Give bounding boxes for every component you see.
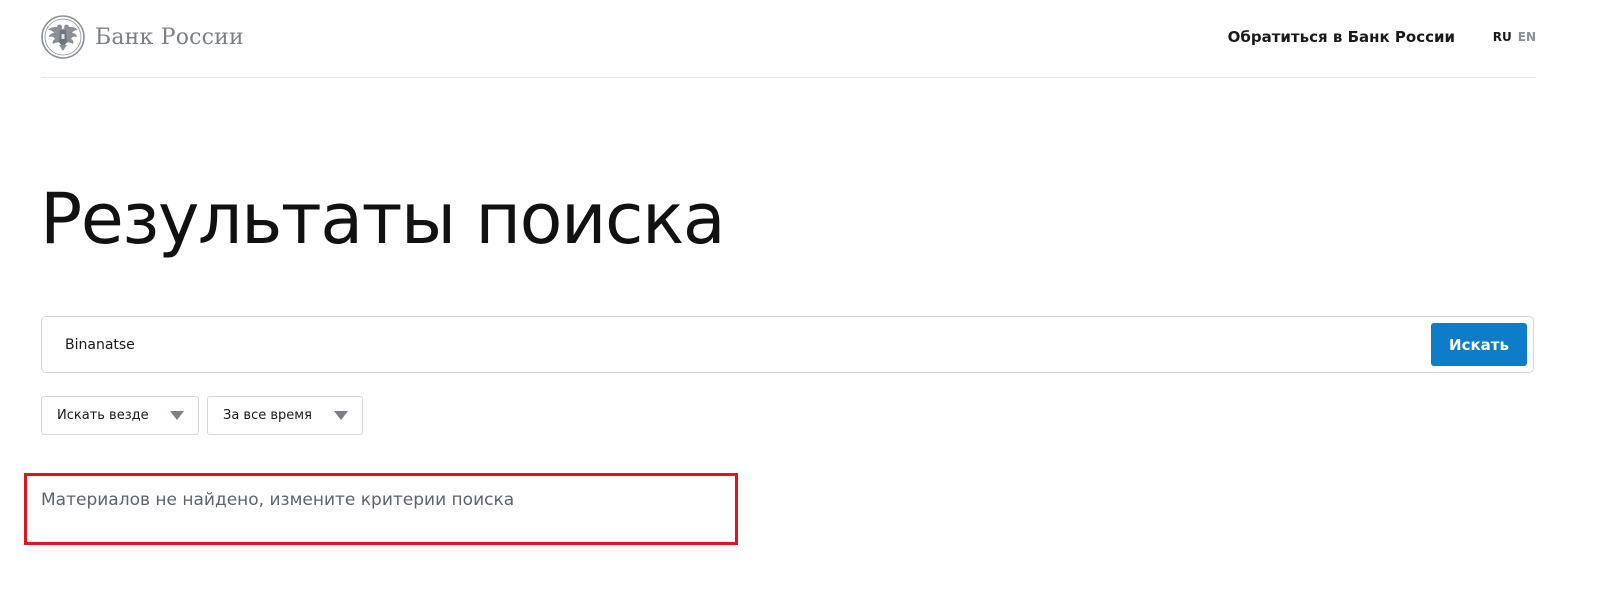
filter-period-label: За все время xyxy=(223,408,312,423)
caret-down-icon xyxy=(334,411,348,420)
logo-text: Банк России xyxy=(95,24,244,50)
logo-link[interactable]: Банк России xyxy=(41,15,244,59)
site-header: Банк России Обратиться в Банк России RU E… xyxy=(41,0,1536,78)
page: Банк России Обратиться в Банк России RU E… xyxy=(0,0,1600,599)
lang-en[interactable]: EN xyxy=(1518,30,1536,44)
search-input[interactable] xyxy=(43,318,1423,371)
eagle-emblem-icon xyxy=(41,15,85,59)
lang-ru[interactable]: RU xyxy=(1493,30,1512,44)
page-title: Результаты поиска xyxy=(40,178,726,260)
no-results-message: Материалов не найдено, измените критерии… xyxy=(41,490,515,510)
search-button[interactable]: Искать xyxy=(1431,323,1527,366)
filter-scope-dropdown[interactable]: Искать везде xyxy=(41,396,199,435)
contact-bank-link[interactable]: Обратиться в Банк России xyxy=(1228,28,1455,46)
language-switcher: RU EN xyxy=(1493,30,1536,44)
caret-down-icon xyxy=(170,411,184,420)
search-bar: Искать xyxy=(41,316,1534,373)
filter-period-dropdown[interactable]: За все время xyxy=(207,396,363,435)
filter-scope-label: Искать везде xyxy=(57,408,149,423)
